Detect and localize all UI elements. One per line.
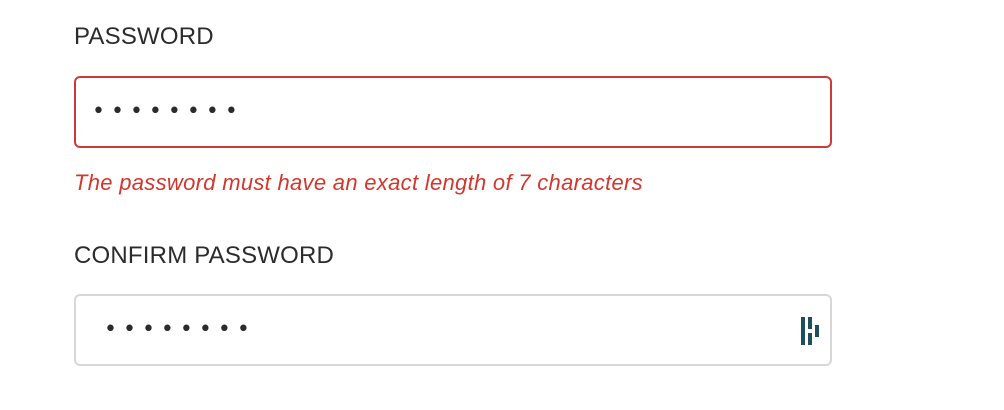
password-form: PASSWORD •••••••• The password must have…	[74, 0, 836, 410]
confirm-password-input-value: ••••••••	[104, 317, 256, 342]
password-label: PASSWORD	[74, 23, 214, 50]
confirm-password-label: CONFIRM PASSWORD	[74, 242, 335, 269]
password-manager-icon[interactable]	[800, 316, 822, 346]
password-error-message: The password must have an exact length o…	[74, 170, 643, 195]
confirm-password-input[interactable]: ••••••••	[74, 294, 832, 366]
password-input-value: ••••••••	[92, 99, 244, 124]
password-input[interactable]: ••••••••	[74, 76, 832, 148]
